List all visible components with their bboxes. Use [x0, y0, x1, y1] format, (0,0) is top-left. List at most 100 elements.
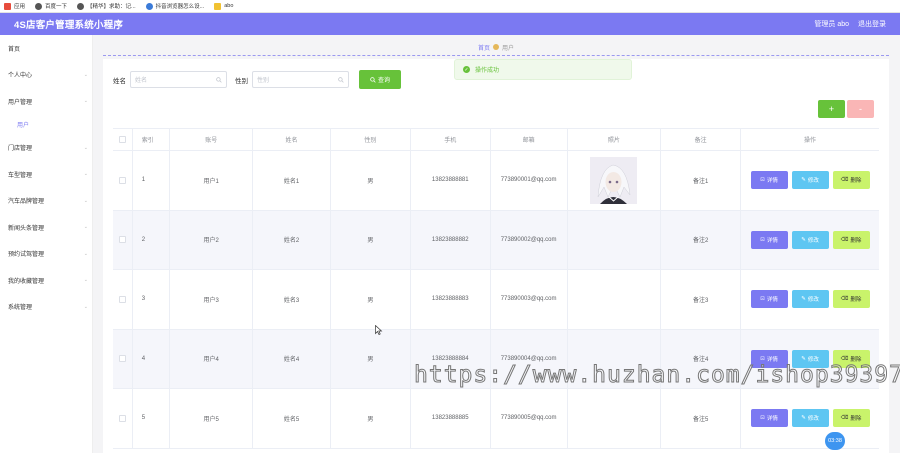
table-header-row: 索引 账号 姓名 性别 手机 邮箱 照片 备注 操作 — [113, 129, 879, 151]
op-label: 修改 — [807, 297, 819, 304]
sidebar-item-label: 预约试驾管理 — [8, 252, 45, 259]
sidebar-item[interactable]: 车型管理 ⌄ — [0, 161, 92, 188]
trash-icon: ⌫ — [840, 296, 849, 303]
check-circle-icon: ✓ — [463, 66, 470, 73]
column-header: 手机 — [411, 129, 491, 150]
gender-search-input[interactable]: 性别 — [252, 71, 349, 88]
logout-link[interactable]: 退出登录 — [858, 19, 886, 29]
row-checkbox-cell[interactable] — [113, 151, 133, 210]
detail-button[interactable]: ⊡ 详情 — [750, 290, 788, 309]
delete-button[interactable]: ⌫ 删除 — [832, 409, 870, 428]
cell-gender: 男 — [331, 329, 411, 388]
sidebar-item[interactable]: 门店管理 ⌄ — [0, 135, 92, 162]
sidebar-item-label: 系统管理 — [8, 305, 33, 312]
cell-name: 姓名3 — [253, 270, 331, 329]
bookmark-item[interactable]: 抖音浏览器怎么设... — [145, 2, 205, 10]
edit-icon: ✎ — [801, 415, 806, 422]
edit-icon: ✎ — [801, 177, 806, 184]
cell-index: 4 — [133, 329, 171, 388]
bookmark-item[interactable]: 应用 — [4, 2, 25, 10]
op-label: 修改 — [807, 237, 819, 244]
column-header: 姓名 — [253, 129, 331, 150]
cell-index: 2 — [133, 210, 171, 269]
name-label: 姓名 — [113, 77, 126, 85]
row-checkbox[interactable] — [118, 414, 126, 422]
sidebar-item[interactable]: 汽车品牌管理 ⌄ — [0, 188, 92, 215]
sidebar-item[interactable]: 系统管理 ⌄ — [0, 294, 92, 321]
edit-button[interactable]: ✎ 修改 — [791, 171, 829, 190]
detail-icon: ⊡ — [760, 177, 765, 184]
bookmark-item[interactable]: 【精华】求助：记... — [77, 2, 136, 10]
trash-icon: ⌫ — [840, 355, 849, 362]
sidebar-subitem-user[interactable]: 用户 — [0, 115, 92, 135]
delete-button[interactable]: ⌫ 删除 — [832, 290, 870, 309]
bookmarks-bar: 应用 百度一下 【精华】求助：记... 抖音浏览器怎么设... abo — [0, 0, 900, 13]
chevron-down-icon: ⌄ — [83, 277, 88, 284]
delete-button[interactable]: ⌫ 删除 — [832, 230, 870, 249]
row-checkbox[interactable] — [118, 295, 126, 303]
row-checkbox-cell[interactable] — [113, 389, 133, 448]
timer-badge[interactable]: 03:38 — [825, 432, 845, 450]
sidebar-item-label: 新闻头条管理 — [8, 225, 45, 232]
name-search-input[interactable]: 姓名 — [130, 71, 227, 88]
table-row: 5 用户5 姓名5 男 13823888885 773890005@qq.com 备注5 ⊡ 详… — [113, 389, 879, 449]
app-title: 4S店客户管理系统小程序 — [14, 20, 124, 31]
row-actions: ⊡ 详情 ✎ 修改 ⌫ 删除 — [750, 290, 870, 309]
bookmark-label: 抖音浏览器怎么设... — [155, 4, 205, 10]
edit-button[interactable]: ✎ 修改 — [791, 409, 829, 428]
cell-phone: 13823888885 — [411, 389, 491, 448]
cell-actions: ⊡ 详情 ✎ 修改 ⌫ 删除 — [741, 211, 879, 270]
detail-button[interactable]: ⊡ 详情 — [750, 409, 788, 428]
sidebar-item[interactable]: 首页 — [0, 35, 92, 62]
row-actions: ⊡ 详情 ✎ 修改 ⌫ 删除 — [750, 171, 870, 190]
row-checkbox-cell[interactable] — [113, 270, 133, 329]
detail-button[interactable]: ⊡ 详情 — [750, 171, 788, 190]
breadcrumb-current: 用户 — [502, 45, 515, 52]
cell-index: 3 — [133, 270, 171, 329]
cell-gender: 男 — [331, 210, 411, 269]
cell-email: 773890002@qq.com — [491, 210, 568, 269]
delete-button[interactable]: ⌫ 删除 — [832, 171, 870, 190]
header-user-area: 管理员 abo 退出登录 — [814, 19, 886, 29]
sidebar-item[interactable]: 我的收藏管理 ⌄ — [0, 267, 92, 294]
chevron-down-icon: ⌄ — [83, 71, 88, 78]
row-actions: ⊡ 详情 ✎ 修改 ⌫ 删除 — [750, 230, 870, 249]
sidebar-item[interactable]: 个人中心 ⌄ — [0, 62, 92, 89]
cell-email: 773890003@qq.com — [491, 270, 568, 329]
cell-note: 备注5 — [661, 389, 742, 448]
batch-delete-button[interactable]: - — [847, 100, 874, 118]
select-all-checkbox[interactable] — [118, 136, 126, 143]
gender-label: 性别 — [235, 77, 248, 85]
edit-button[interactable]: ✎ 修改 — [791, 290, 829, 309]
cell-gender: 男 — [331, 270, 411, 329]
cell-name: 姓名5 — [253, 389, 331, 448]
sidebar-item[interactable]: 新闻头条管理 ⌄ — [0, 214, 92, 241]
edit-button[interactable]: ✎ 修改 — [791, 230, 829, 249]
cell-name: 姓名1 — [253, 151, 331, 210]
sidebar-item[interactable]: 用户管理 ⌄ — [0, 88, 92, 115]
header-checkbox-cell[interactable] — [113, 129, 133, 150]
row-checkbox[interactable] — [118, 236, 126, 244]
search-icon — [338, 76, 344, 83]
op-label: 详情 — [766, 178, 778, 185]
detail-button[interactable]: ⊡ 详情 — [750, 230, 788, 249]
add-button[interactable]: + — [818, 100, 845, 118]
user-photo — [590, 156, 638, 204]
column-header: 备注 — [661, 129, 742, 150]
bookmark-item[interactable]: 百度一下 — [35, 2, 67, 10]
row-checkbox[interactable] — [118, 355, 126, 363]
cell-gender: 男 — [331, 151, 411, 210]
chevron-down-icon: ⌄ — [83, 250, 88, 257]
bookmark-item[interactable]: abo — [214, 2, 233, 10]
search-button[interactable]: 查询 — [359, 70, 401, 89]
row-actions: ⊡ 详情 ✎ 修改 ⌫ 删除 — [750, 409, 870, 428]
cell-note: 备注2 — [661, 210, 742, 269]
row-checkbox-cell[interactable] — [113, 210, 133, 269]
breadcrumb-home[interactable]: 首页 — [478, 43, 490, 52]
row-checkbox[interactable] — [118, 176, 126, 184]
row-checkbox-cell[interactable] — [113, 329, 133, 388]
op-label: 删除 — [850, 297, 862, 304]
globe-icon — [35, 2, 43, 10]
cell-note: 备注1 — [661, 151, 742, 210]
sidebar-item[interactable]: 预约试驾管理 ⌄ — [0, 241, 92, 268]
